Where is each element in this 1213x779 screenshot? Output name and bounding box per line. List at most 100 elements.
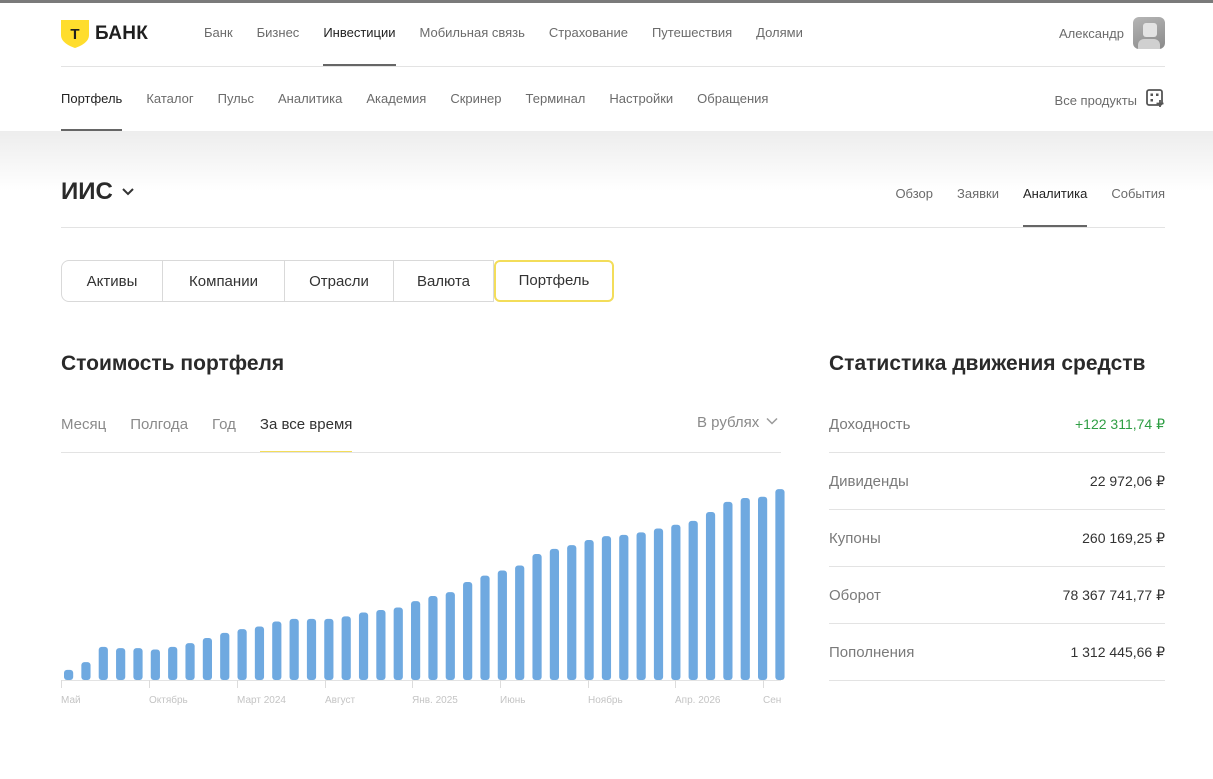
- chart-bar[interactable]: [133, 648, 143, 680]
- chevron-down-icon: [121, 184, 135, 202]
- chart-bar[interactable]: [168, 646, 178, 680]
- chart-bar[interactable]: [463, 582, 473, 680]
- chart-bar[interactable]: [376, 610, 386, 680]
- period-all-time[interactable]: За все время: [259, 404, 353, 453]
- segment-assets[interactable]: Активы: [61, 260, 163, 302]
- x-tick-label: Май: [61, 695, 81, 706]
- tab-orders[interactable]: Заявки: [957, 168, 999, 227]
- chart-bar[interactable]: [272, 621, 282, 680]
- portfolio-value-title: Стоимость портфеля: [61, 352, 285, 375]
- chart-bar[interactable]: [445, 592, 455, 680]
- chart-bar[interactable]: [567, 545, 577, 680]
- logo-letter: Т: [70, 26, 79, 43]
- chart-bar[interactable]: [306, 618, 317, 680]
- stat-row-yield: Доходность +122 311,74 ₽: [829, 396, 1165, 453]
- chart-bar[interactable]: [64, 669, 74, 680]
- user-menu[interactable]: Александр: [1059, 17, 1165, 49]
- chart-bar[interactable]: [705, 512, 716, 680]
- chart-bar[interactable]: [723, 501, 733, 680]
- chart-bar[interactable]: [393, 607, 403, 680]
- user-name: Александр: [1058, 25, 1124, 41]
- sub-nav-item-portfolio[interactable]: Портфель: [61, 67, 123, 131]
- tab-events[interactable]: События: [1111, 168, 1165, 227]
- chart-bar[interactable]: [428, 596, 438, 680]
- segment-currency[interactable]: Валюта: [394, 260, 494, 302]
- chart-bar[interactable]: [584, 540, 594, 680]
- cash-flow-stats: Доходность +122 311,74 ₽ Дивиденды 22 97…: [829, 396, 1165, 681]
- sub-nav-item-support[interactable]: Обращения: [697, 67, 768, 131]
- period-month[interactable]: Месяц: [61, 404, 106, 453]
- chart-bar[interactable]: [202, 638, 212, 680]
- sub-nav-item-catalog[interactable]: Каталог: [146, 67, 193, 131]
- tab-overview[interactable]: Обзор: [895, 168, 933, 227]
- portfolio-value-chart: Май Октябрь Март 2024 Август Янв. 2025 Июнь Но…: [61, 489, 785, 706]
- top-nav-item-investments[interactable]: Инвестиции: [323, 0, 396, 66]
- chart-bar[interactable]: [150, 649, 160, 680]
- segment-sectors[interactable]: Отрасли: [285, 260, 394, 302]
- stat-value: 260 169,25 ₽: [1082, 529, 1165, 546]
- chart-bar[interactable]: [237, 629, 247, 680]
- top-nav-item-insurance[interactable]: Страхование: [549, 0, 628, 66]
- account-selector[interactable]: ИИС: [61, 178, 135, 206]
- analytics-segmented-control: Активы Компании Отрасли Валюта Портфель: [61, 260, 614, 302]
- chart-bar[interactable]: [688, 520, 698, 680]
- chart-bar[interactable]: [549, 548, 559, 680]
- chart-bar[interactable]: [324, 618, 334, 680]
- x-tick-label: Ноябрь: [588, 694, 623, 706]
- stat-row-coupons: Купоны 260 169,25 ₽: [829, 510, 1165, 567]
- account-title: ИИС: [61, 178, 113, 205]
- chart-bar[interactable]: [116, 648, 126, 680]
- chart-bar[interactable]: [532, 554, 542, 680]
- top-nav-item-installments[interactable]: Долями: [756, 0, 803, 66]
- chart-bar[interactable]: [411, 601, 421, 680]
- sub-nav-item-settings[interactable]: Настройки: [609, 67, 673, 131]
- bank-logo[interactable]: Т БАНК: [61, 20, 148, 48]
- chart-bar[interactable]: [758, 496, 768, 680]
- chart-bar[interactable]: [289, 618, 299, 680]
- chart-bar[interactable]: [671, 524, 681, 680]
- stat-label: Пополнения: [829, 643, 915, 661]
- chart-bar[interactable]: [81, 662, 91, 680]
- chart-bar[interactable]: [98, 646, 108, 680]
- x-tick-label: Март 2024: [237, 695, 286, 706]
- chart-bar[interactable]: [775, 489, 785, 680]
- chart-bar[interactable]: [480, 575, 490, 680]
- period-year[interactable]: Год: [212, 404, 236, 453]
- period-divider: [61, 452, 781, 453]
- chart-bar[interactable]: [254, 626, 265, 680]
- top-nav-item-business[interactable]: Бизнес: [257, 0, 300, 66]
- all-products-button[interactable]: Все продукты: [1055, 88, 1165, 113]
- tab-analytics[interactable]: Аналитика: [1022, 168, 1088, 227]
- x-tick-label: Июнь: [500, 695, 525, 706]
- currency-dropdown[interactable]: В рублях: [697, 413, 779, 431]
- sub-nav-item-pulse[interactable]: Пульс: [218, 67, 254, 131]
- chart-bar[interactable]: [636, 532, 646, 680]
- chart-bar[interactable]: [358, 612, 369, 680]
- sub-nav-item-analytics[interactable]: Аналитика: [278, 67, 342, 131]
- chart-bar[interactable]: [341, 616, 351, 680]
- top-nav-item-travel[interactable]: Путешествия: [652, 0, 732, 66]
- logo-text: БАНК: [95, 23, 149, 44]
- sub-nav-item-academy[interactable]: Академия: [366, 67, 426, 131]
- chart-bar[interactable]: [740, 498, 750, 680]
- account-divider: [61, 227, 1165, 228]
- avatar[interactable]: [1133, 17, 1165, 49]
- chart-bar[interactable]: [619, 534, 629, 680]
- sub-nav-item-screener[interactable]: Скринер: [450, 67, 501, 131]
- top-nav-item-mobile[interactable]: Мобильная связь: [420, 0, 525, 66]
- x-tick-label: Янв. 2025: [412, 695, 458, 706]
- segment-portfolio[interactable]: Портфель: [494, 260, 614, 302]
- chart-bar[interactable]: [220, 632, 230, 680]
- segment-companies[interactable]: Компании: [163, 260, 285, 302]
- period-half-year[interactable]: Полгода: [130, 404, 188, 453]
- shield-logo-icon: Т: [61, 20, 89, 48]
- chart-bar[interactable]: [653, 528, 664, 680]
- sub-nav-item-terminal[interactable]: Терминал: [526, 67, 586, 131]
- chart-bar[interactable]: [601, 536, 612, 680]
- chart-bar[interactable]: [185, 643, 195, 680]
- period-tabs: Месяц Полгода Год За все время: [61, 404, 376, 453]
- top-nav-item-bank[interactable]: Банк: [204, 0, 233, 66]
- chart-bar[interactable]: [515, 565, 525, 680]
- top-nav: Банк Бизнес Инвестиции Мобильная связь С…: [204, 0, 827, 66]
- chart-bar[interactable]: [497, 570, 507, 680]
